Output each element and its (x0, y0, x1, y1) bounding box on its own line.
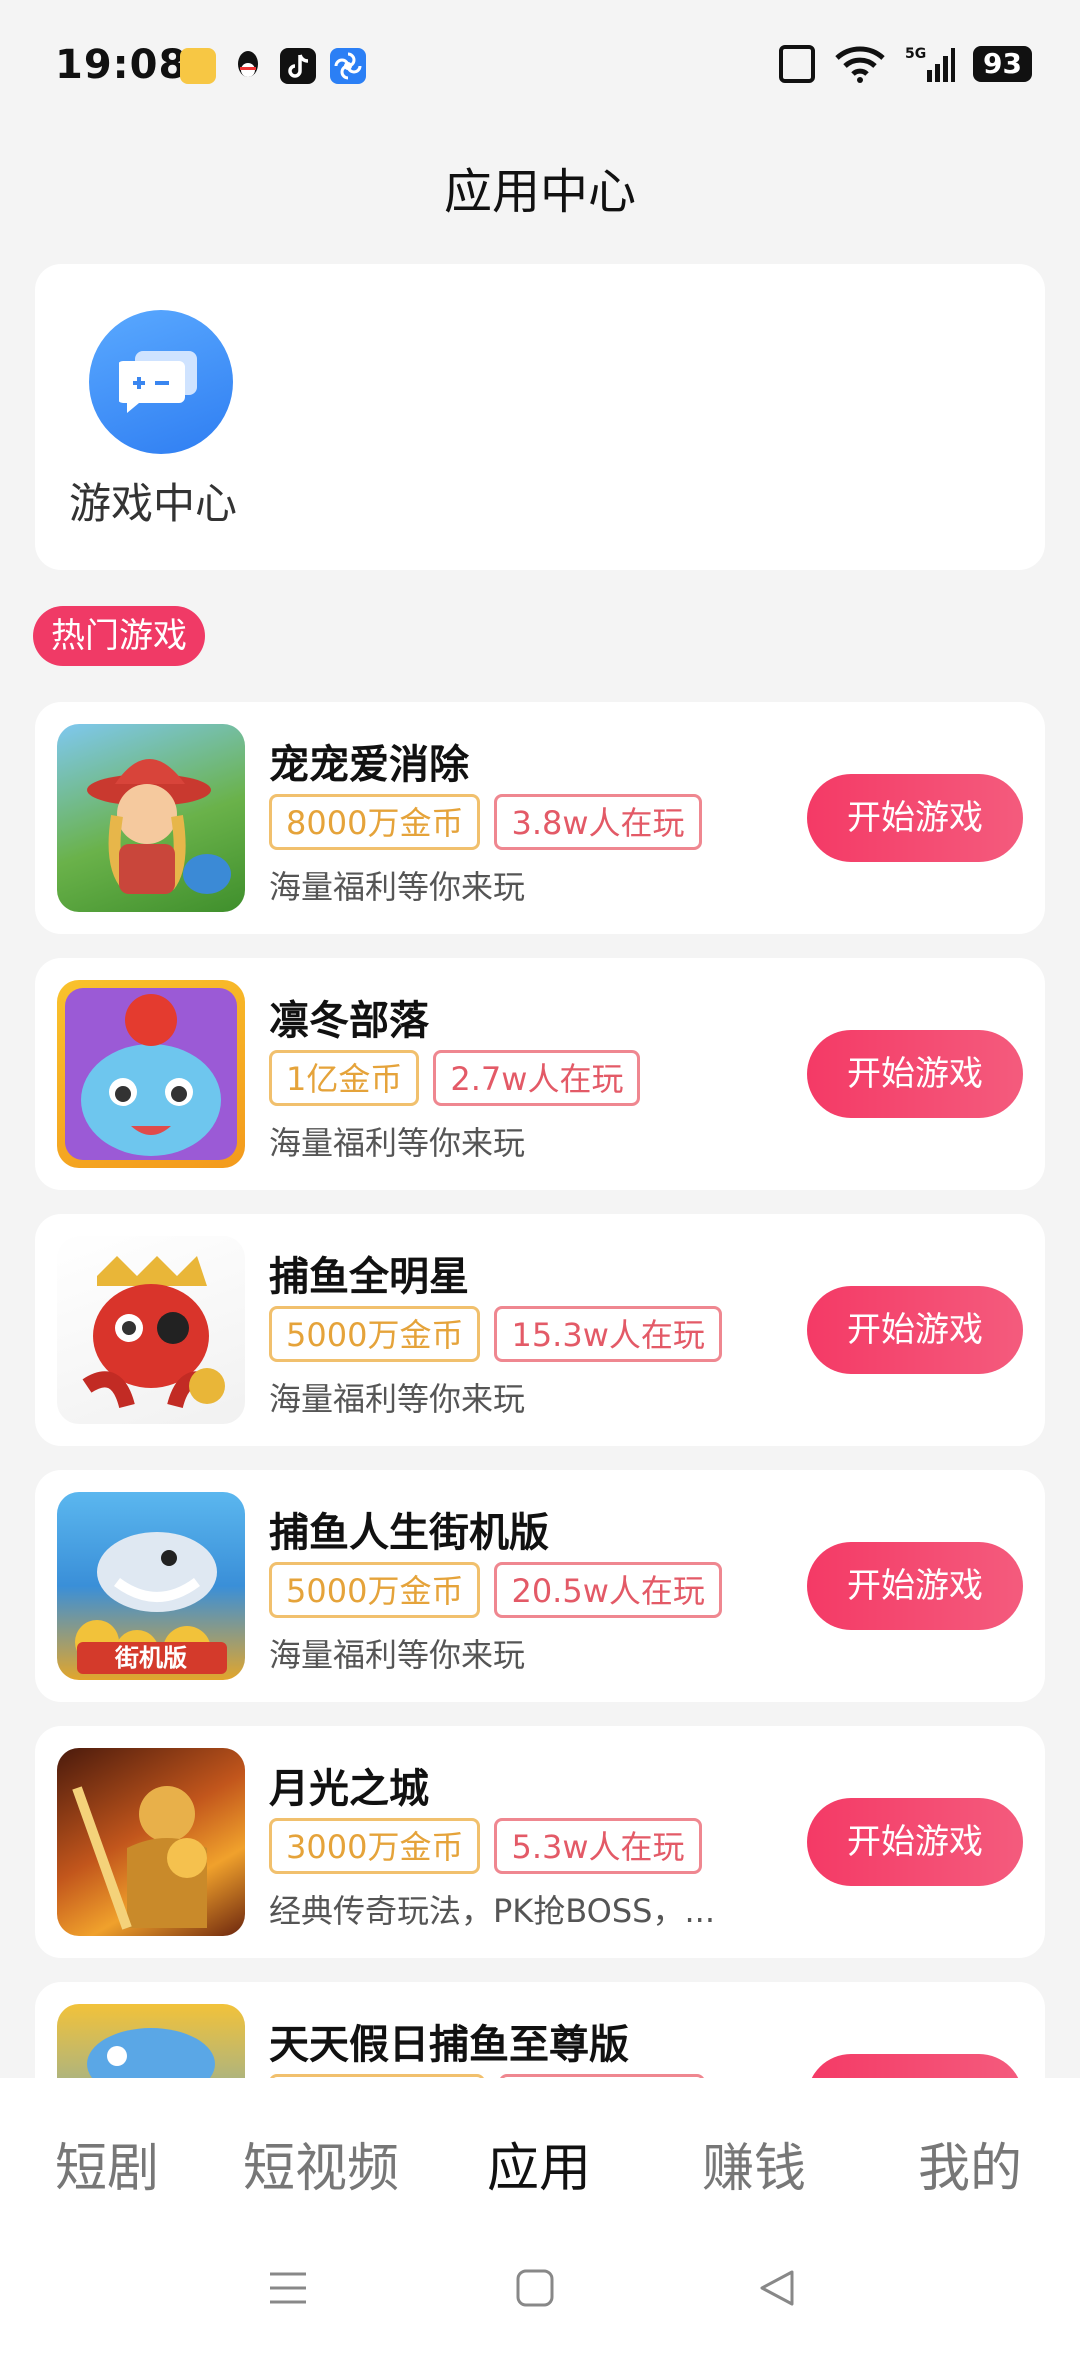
game-thumbnail[interactable] (57, 1236, 245, 1424)
battery-indicator: 93 (973, 46, 1032, 82)
start-game-button[interactable]: 开始游戏 (807, 1030, 1023, 1118)
fan-app-icon (330, 48, 366, 84)
start-game-button[interactable] (807, 2054, 1023, 2078)
players-count-tag: 15.3w人在玩 (494, 1306, 722, 1362)
signal-5g-icon: 5G (905, 46, 956, 82)
game-title: 捕鱼人生街机版 (269, 1510, 549, 1556)
home-square-icon[interactable] (515, 2268, 555, 2308)
coin-reward-tag: 8000万金币 (269, 794, 481, 850)
players-count-tag: 5.3w人在玩 (494, 1818, 702, 1874)
game-thumbnail[interactable] (57, 724, 245, 912)
start-game-button[interactable]: 开始游戏 (807, 774, 1023, 862)
svg-text:街机版: 街机版 (114, 1644, 187, 1672)
game-center-icon[interactable] (89, 310, 233, 454)
nfc-icon (779, 45, 816, 83)
page-title: 应用中心 (443, 164, 636, 220)
game-list[interactable]: 宠宠爱消除 8000万金币 3.8w人在玩 海量福利等你来玩 开始游戏 凛冬部落… (35, 702, 1045, 2078)
game-tags: 5000万金币 15.3w人在玩 (269, 1306, 722, 1362)
coin-reward-tag: 5000万金币 (269, 1306, 481, 1362)
game-thumbnail[interactable] (57, 2004, 245, 2078)
game-thumbnail[interactable] (57, 980, 245, 1168)
back-triangle-icon[interactable] (758, 2268, 798, 2308)
game-description: 海量福利等你来玩 (269, 868, 526, 906)
system-nav-bar (0, 2228, 1080, 2362)
start-game-button[interactable]: 开始游戏 (807, 1286, 1023, 1374)
players-count-tag: 20.5w人在玩 (494, 1562, 722, 1618)
weibo-icon (180, 48, 216, 84)
qq-icon (230, 48, 266, 84)
network-type-label: 5G (905, 46, 926, 62)
nav-short-drama[interactable]: 短剧 (55, 2126, 159, 2201)
coin-reward-tag: 3000万金币 (269, 1818, 481, 1874)
game-description: 海量福利等你来玩 (269, 1124, 526, 1162)
nav-short-video[interactable]: 短视频 (243, 2126, 399, 2201)
game-title: 宠宠爱消除 (269, 742, 469, 788)
game-card[interactable]: 街机版 捕鱼人生街机版 5000万金币 20.5w人在玩 海量福利等你来玩 开始… (35, 1470, 1045, 1702)
game-card[interactable]: 月光之城 3000万金币 5.3w人在玩 经典传奇玩法，PK抢BOSS，... … (35, 1726, 1045, 1958)
nav-me[interactable]: 我的 (918, 2126, 1022, 2201)
players-count-tag: 2.7w人在玩 (433, 1050, 641, 1106)
coin-reward-tag: 5000万金币 (269, 1562, 481, 1618)
game-tags: 3000万金币 5.3w人在玩 (269, 1818, 702, 1874)
game-description: 海量福利等你来玩 (269, 1380, 526, 1418)
game-tags: 5000万金币 20.5w人在玩 (269, 1562, 722, 1618)
game-center-card: 游戏中心 (35, 264, 1045, 570)
game-card[interactable]: 宠宠爱消除 8000万金币 3.8w人在玩 海量福利等你来玩 开始游戏 (35, 702, 1045, 934)
status-time: 19:08 (55, 42, 188, 88)
game-center-label[interactable]: 游戏中心 (69, 470, 237, 531)
game-card[interactable]: 天天假日捕鱼至尊版 (35, 1982, 1045, 2078)
game-tags: 1亿金币 2.7w人在玩 (269, 1050, 641, 1106)
gamepad-chat-icon (119, 351, 197, 413)
game-card[interactable]: 捕鱼全明星 5000万金币 15.3w人在玩 海量福利等你来玩 开始游戏 (35, 1214, 1045, 1446)
wifi-icon (835, 46, 885, 83)
menu-icon[interactable] (268, 2268, 308, 2308)
game-card[interactable]: 凛冬部落 1亿金币 2.7w人在玩 海量福利等你来玩 开始游戏 (35, 958, 1045, 1190)
game-thumbnail[interactable]: 街机版 (57, 1492, 245, 1680)
game-title: 捕鱼全明星 (269, 1254, 469, 1300)
start-game-button[interactable]: 开始游戏 (807, 1798, 1023, 1886)
game-thumbnail[interactable] (57, 1748, 245, 1936)
players-count-tag: 3.8w人在玩 (494, 794, 702, 850)
nav-apps[interactable]: 应用 (487, 2126, 591, 2201)
game-title: 天天假日捕鱼至尊版 (269, 2022, 629, 2068)
game-description: 海量福利等你来玩 (269, 1636, 526, 1674)
coin-reward-tag: 1亿金币 (269, 1050, 420, 1106)
bottom-nav: 短剧 短视频 应用 赚钱 我的 (0, 2078, 1080, 2228)
tiktok-icon (280, 48, 316, 84)
start-game-button[interactable]: 开始游戏 (807, 1542, 1023, 1630)
hot-games-badge: 热门游戏 (33, 606, 205, 666)
game-title: 月光之城 (269, 1766, 429, 1812)
notification-icons (180, 48, 366, 84)
status-bar: 19:08 5G 93 (0, 0, 1080, 130)
game-title: 凛冬部落 (269, 998, 429, 1044)
nav-earn[interactable]: 赚钱 (702, 2126, 806, 2201)
game-description: 经典传奇玩法，PK抢BOSS，... (269, 1892, 716, 1930)
game-tags: 8000万金币 3.8w人在玩 (269, 794, 702, 850)
system-icons: 5G 93 (779, 44, 1032, 84)
